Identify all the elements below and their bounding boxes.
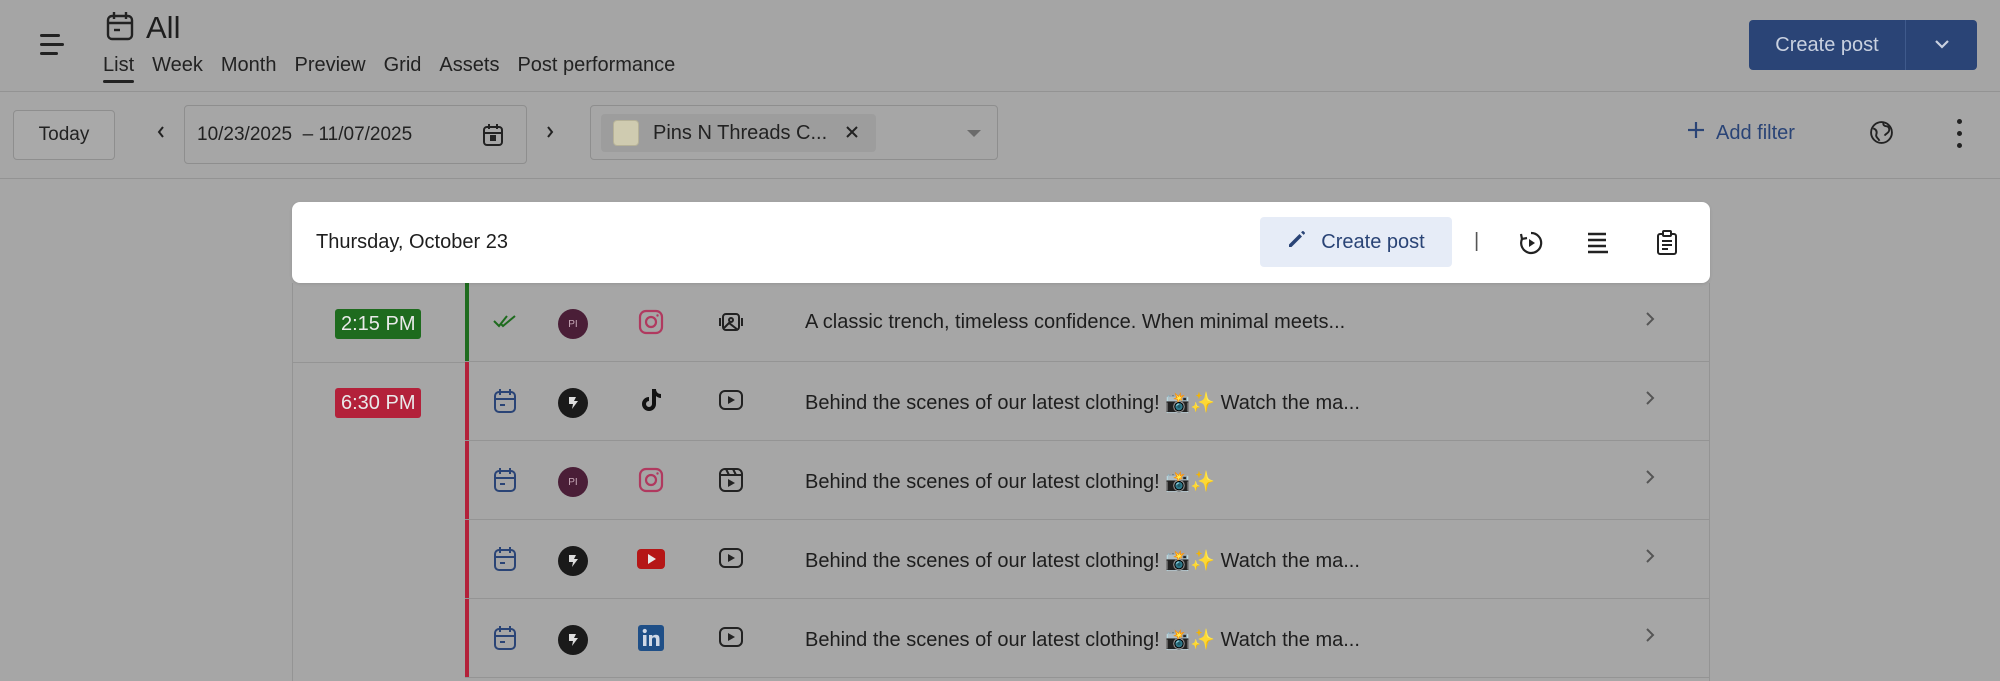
date-range-picker[interactable]: 10/23/2025 – 11/07/2025 [184, 105, 527, 164]
chevron-left-icon [156, 125, 166, 144]
post-caption: Behind the scenes of our latest clothing… [805, 471, 1216, 493]
status-bar [465, 520, 469, 598]
post-row[interactable]: Behind the scenes of our latest clothing… [465, 362, 1710, 441]
date-range-text: 10/23/2025 – 11/07/2025 [197, 123, 413, 145]
account-swatch [613, 120, 639, 146]
video-icon [718, 546, 744, 575]
double-check-icon [493, 313, 517, 334]
video-icon [718, 625, 744, 654]
youtube-icon [637, 548, 665, 575]
calendar-toolbar: Today 10/23/2025 – 11/07/2025 Pins N Thr… [0, 93, 2000, 179]
tiktok-icon [640, 388, 662, 417]
account-chip-label: Pins N Threads C... [653, 121, 828, 144]
calendar-icon [493, 546, 517, 577]
post-row[interactable]: Behind the scenes of our latest clothing… [465, 520, 1710, 599]
page-title-group: All [106, 10, 180, 46]
status-bar [465, 283, 469, 361]
reel-icon [718, 467, 744, 498]
avatar [558, 625, 588, 655]
post-caption: Behind the scenes of our latest clothing… [805, 392, 1360, 414]
view-tabs: List Week Month Preview Grid Assets Post… [103, 54, 693, 83]
tab-post-performance[interactable]: Post performance [517, 54, 675, 83]
calendar-icon [482, 123, 504, 153]
time-divider [293, 362, 465, 363]
day-weekday: Thursday [316, 231, 398, 253]
clipboard-icon[interactable] [1655, 230, 1679, 261]
brand-logo-icon [558, 546, 588, 576]
avatar: PI [558, 309, 588, 339]
page-title: All [146, 10, 181, 45]
tab-month[interactable]: Month [221, 54, 277, 83]
brand-logo-icon [558, 388, 588, 418]
avatar: PI [558, 467, 588, 497]
today-button[interactable]: Today [13, 110, 115, 160]
chevron-right-icon [1645, 390, 1655, 411]
align-justify-icon[interactable] [1586, 230, 1610, 259]
chevron-right-icon [1645, 548, 1655, 569]
account-select[interactable]: Pins N Threads C... [590, 105, 998, 160]
post-row[interactable]: PI A classic trench, timeless confidence… [465, 283, 1710, 362]
post-row[interactable]: PI Behind the scenes of our latest cloth… [465, 441, 1710, 520]
globe-icon[interactable] [1869, 120, 1894, 150]
chevron-right-icon [1645, 311, 1655, 332]
post-caption: Behind the scenes of our latest clothing… [805, 550, 1360, 572]
status-bar [465, 441, 469, 519]
linkedin-icon [638, 625, 664, 656]
post-caption: Behind the scenes of our latest clothing… [805, 629, 1360, 651]
tab-week[interactable]: Week [152, 54, 203, 83]
day-create-post-label: Create post [1321, 230, 1425, 253]
time-badge-scheduled: 6:30 PM [335, 388, 422, 418]
add-filter-label: Add filter [1716, 121, 1795, 144]
instagram-icon [638, 467, 664, 498]
tab-preview[interactable]: Preview [294, 54, 365, 83]
video-icon [718, 388, 744, 417]
next-range-button[interactable] [536, 120, 564, 148]
status-bar [465, 362, 469, 440]
divider: | [1474, 230, 1480, 252]
time-badge-published: 2:15 PM [335, 309, 422, 339]
app-header: All List Week Month Preview Grid Assets … [0, 0, 2000, 92]
day-header: Thursday, October 23 Create post | [292, 202, 1710, 283]
add-filter-button[interactable]: Add filter [1686, 120, 1795, 146]
chevron-down-icon [1934, 36, 1950, 54]
tab-assets[interactable]: Assets [439, 54, 499, 83]
refresh-play-icon[interactable] [1518, 230, 1544, 261]
calendar-icon [493, 388, 517, 419]
status-bar [465, 599, 469, 677]
menu-icon[interactable] [38, 32, 66, 58]
calendar-icon [106, 11, 134, 46]
calendar-icon [493, 625, 517, 656]
avatar-initials: PI [558, 467, 588, 497]
chevron-right-icon [1645, 469, 1655, 490]
avatar [558, 546, 588, 576]
account-chip: Pins N Threads C... [601, 114, 876, 152]
time-column: 2:15 PM 6:30 PM [293, 283, 465, 681]
close-icon[interactable] [844, 123, 860, 146]
post-caption: A classic trench, timeless confidence. W… [805, 311, 1346, 333]
day-label: Thursday, October 23 [316, 231, 508, 254]
create-post-dropdown-button[interactable] [1906, 20, 1977, 70]
tab-grid[interactable]: Grid [384, 54, 422, 83]
instagram-icon [638, 309, 664, 340]
prev-range-button[interactable] [147, 120, 175, 148]
day-date: , October 23 [397, 231, 508, 253]
gallery-icon [718, 309, 744, 340]
post-list: 2:15 PM 6:30 PM PI A classic trench, tim… [292, 283, 1710, 681]
caret-down-icon [967, 130, 981, 137]
day-create-post-button[interactable]: Create post [1260, 217, 1452, 267]
pencil-icon [1287, 229, 1307, 255]
create-post-button[interactable]: Create post [1749, 20, 1906, 70]
calendar-icon [493, 467, 517, 498]
avatar [558, 388, 588, 418]
brand-logo-icon [558, 625, 588, 655]
avatar-initials: PI [558, 309, 588, 339]
create-post-split-button: Create post [1749, 20, 1977, 70]
tab-list[interactable]: List [103, 54, 135, 83]
chevron-right-icon [545, 125, 555, 144]
chevron-right-icon [1645, 627, 1655, 648]
plus-icon [1686, 120, 1706, 146]
more-options-icon[interactable] [1952, 119, 1966, 149]
post-row[interactable]: Behind the scenes of our latest clothing… [465, 599, 1710, 678]
